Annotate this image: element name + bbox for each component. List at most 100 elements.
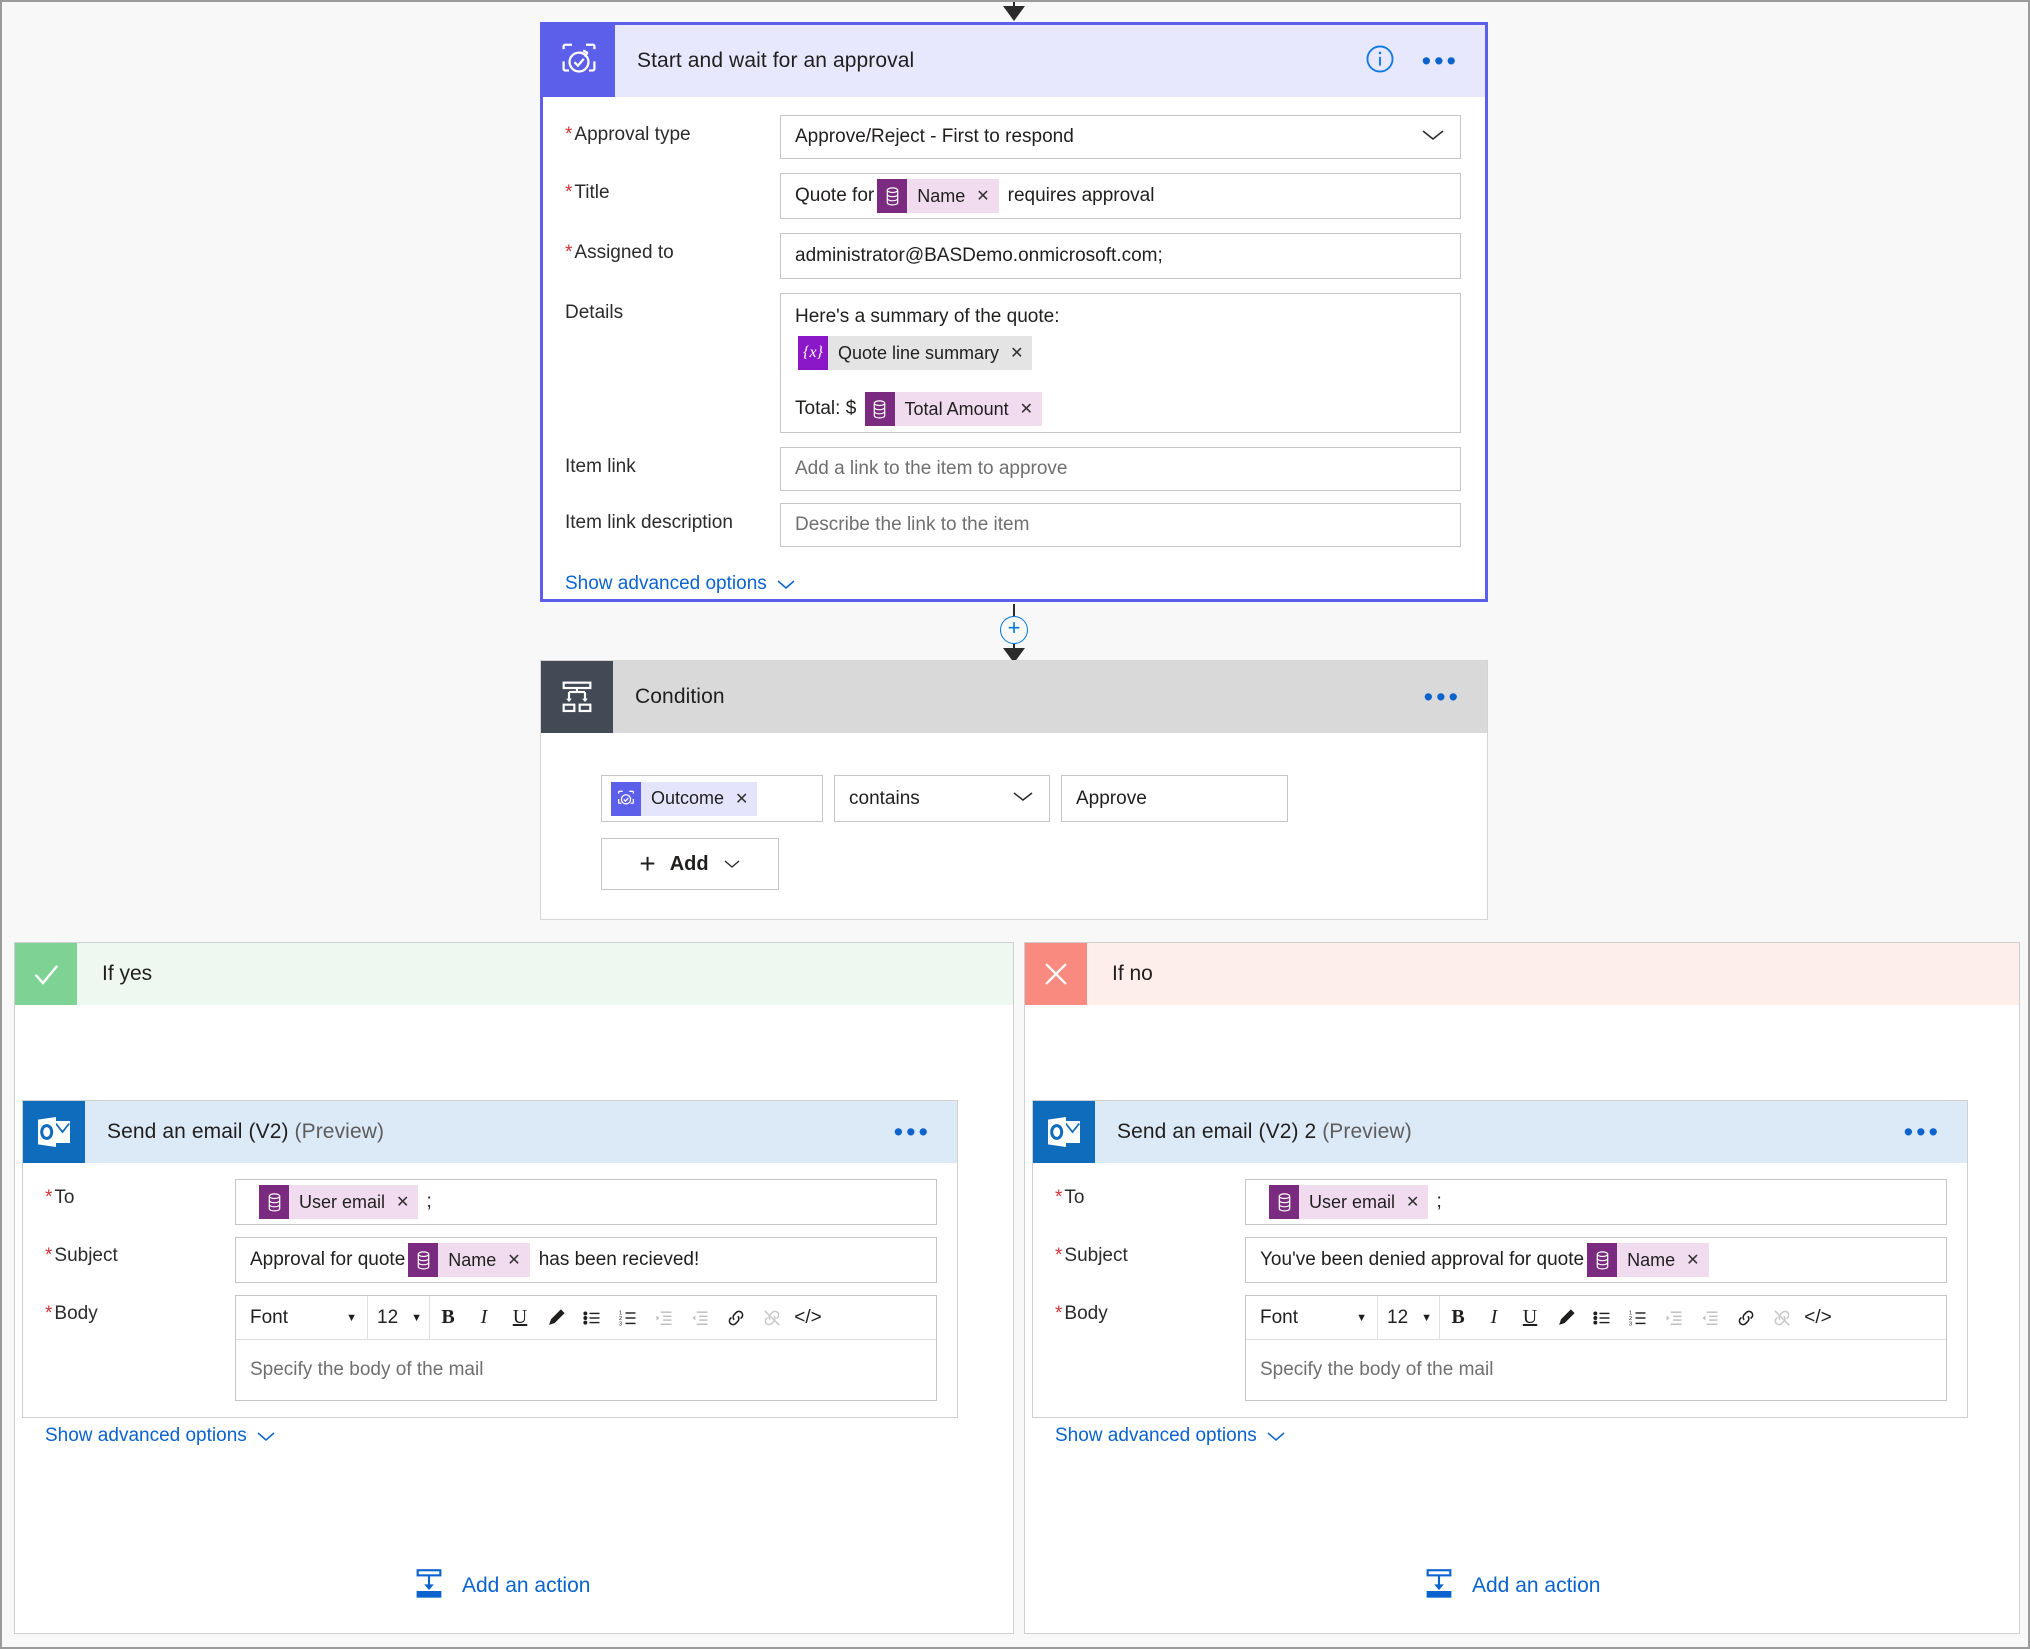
numbered-list-icon[interactable]: 1 2 3 [610,1296,646,1339]
email-no-subject-input[interactable]: You've been denied approval for quote Na… [1245,1237,1947,1283]
email-yes-header[interactable]: Send an email (V2) (Preview) ••• [23,1101,957,1163]
title-suffix: requires approval [1007,185,1155,206]
pen-icon[interactable] [538,1296,574,1339]
dynamic-token-outcome[interactable]: Outcome ✕ [611,781,758,816]
numbered-list-icon[interactable]: 1 2 3 [1620,1296,1656,1339]
token-label: Total Amount [904,398,1009,419]
font-family-select[interactable]: Font ▼ [238,1296,368,1339]
dynamic-token-total-amount[interactable]: Total Amount ✕ [864,392,1043,426]
bullet-list-icon[interactable] [574,1296,610,1339]
indent-icon[interactable] [1656,1296,1692,1339]
dynamic-token-user-email[interactable]: User email ✕ [1269,1185,1429,1219]
approval-more-icon[interactable]: ••• [1422,48,1459,75]
approval-action-card[interactable]: Start and wait for an approval ••• * Appr… [540,22,1488,602]
email-no-more-icon[interactable]: ••• [1904,1119,1941,1146]
email-yes-subject-input[interactable]: Approval for quote Name ✕ has been recie… [235,1237,937,1283]
underline-button[interactable]: U [502,1296,538,1339]
assigned-to-input[interactable]: administrator@BASDemo.onmicrosoft.com; [780,233,1461,279]
link-icon[interactable] [1728,1296,1764,1339]
condition-left-operand[interactable]: Outcome ✕ [601,775,823,822]
svg-text:3: 3 [619,1321,622,1327]
indent-icon[interactable] [646,1296,682,1339]
item-link-description-input[interactable]: Describe the link to the item [780,503,1461,547]
font-size-select[interactable]: 12 ▼ [368,1296,430,1339]
remove-token-icon[interactable]: ✕ [396,1192,409,1212]
required-asterisk: * [45,1303,53,1324]
dynamic-token-name[interactable]: Name ✕ [1587,1243,1709,1277]
remove-token-icon[interactable]: ✕ [1020,399,1033,419]
pen-icon[interactable] [1548,1296,1584,1339]
email-yes-show-advanced-label: Show advanced options [45,1425,247,1446]
font-size-value: 12 [1387,1306,1409,1328]
approval-card-header[interactable]: Start and wait for an approval ••• [543,25,1485,97]
email-no-to-input[interactable]: User email ✕ ; [1245,1179,1947,1225]
send-email-card-yes[interactable]: Send an email (V2) (Preview) ••• * To Us… [22,1100,958,1446]
remove-token-icon[interactable]: ✕ [1686,1250,1699,1270]
dynamic-token-name[interactable]: Name ✕ [877,179,999,213]
email-yes-subject-ctrl: Approval for quote Name ✕ has been recie… [235,1237,957,1283]
condition-header-actions: ••• [1424,661,1487,733]
unlink-icon[interactable] [1764,1296,1800,1339]
item-link-input[interactable]: Add a link to the item to approve [780,447,1461,491]
email-yes-more-icon[interactable]: ••• [894,1119,931,1146]
insert-step-button[interactable]: + [1000,616,1028,644]
email-yes-show-advanced-options[interactable]: Show advanced options [45,1425,276,1447]
variable-icon: {x} [798,336,828,370]
bold-button[interactable]: B [430,1296,466,1339]
condition-card[interactable]: Condition ••• Outcome ✕ contains Approve… [540,660,1488,920]
dynamic-token-quote-line-summary[interactable]: {x} Quote line summary ✕ [798,336,1033,370]
italic-button[interactable]: I [1476,1296,1512,1339]
outdent-icon[interactable] [1692,1296,1728,1339]
email-no-to-suffix: ; [1436,1191,1442,1212]
condition-add-button[interactable]: + Add [601,838,779,890]
required-asterisk: * [1055,1187,1063,1208]
outdent-icon[interactable] [682,1296,718,1339]
underline-label: U [512,1306,528,1328]
bold-button[interactable]: B [1440,1296,1476,1339]
condition-card-header[interactable]: Condition ••• [541,661,1487,733]
unlink-icon[interactable] [754,1296,790,1339]
token-label: Outcome [651,788,725,808]
email-no-subject-prefix: You've been denied approval for quote [1260,1249,1585,1270]
email-yes-subject-prefix: Approval for quote [250,1249,406,1270]
dynamic-token-user-email[interactable]: User email ✕ [259,1185,419,1219]
email-yes-to-input[interactable]: User email ✕ ; [235,1179,937,1225]
email-yes-field-to: * To User email ✕ ; [23,1179,957,1225]
remove-token-icon[interactable]: ✕ [507,1250,520,1270]
title-input[interactable]: Quote for Name ✕ requires approval [780,173,1461,219]
email-no-body-input[interactable]: Specify the body of the mail [1246,1340,1946,1400]
underline-button[interactable]: U [1512,1296,1548,1339]
approval-icon [543,25,615,97]
code-view-icon[interactable]: </> [790,1296,826,1339]
remove-token-icon[interactable]: ✕ [1010,343,1023,363]
bullet-list-icon[interactable] [1584,1296,1620,1339]
dynamic-token-name[interactable]: Name ✕ [408,1243,530,1277]
email-yes-toolbar: Font ▼ 12 ▼ B I U 1 2 3 </> [236,1296,936,1340]
email-no-header[interactable]: Send an email (V2) 2 (Preview) ••• [1033,1101,1967,1163]
email-yes-header-actions: ••• [894,1101,957,1163]
link-icon[interactable] [718,1296,754,1339]
remove-token-icon[interactable]: ✕ [735,789,748,809]
remove-token-icon[interactable]: ✕ [1406,1192,1419,1212]
field-assigned-to: * Assigned to administrator@BASDemo.onmic… [543,233,1485,279]
italic-button[interactable]: I [466,1296,502,1339]
font-family-select[interactable]: Font ▼ [1248,1296,1378,1339]
add-action-no[interactable]: Add an action [1422,1566,1600,1606]
approval-type-select[interactable]: Approve/Reject - First to respond [780,115,1461,159]
email-no-advanced-wrap: Show advanced options [1033,1401,1967,1447]
info-icon[interactable] [1364,43,1396,80]
email-yes-body-input[interactable]: Specify the body of the mail [236,1340,936,1400]
email-no-show-advanced-options[interactable]: Show advanced options [1055,1425,1286,1447]
remove-token-icon[interactable]: ✕ [976,186,989,206]
send-email-card-no[interactable]: Send an email (V2) 2 (Preview) ••• *To [1032,1100,1968,1446]
condition-value-input[interactable]: Approve [1061,775,1288,822]
condition-operator-select[interactable]: contains [834,775,1050,822]
approval-type-ctrl: Approve/Reject - First to respond [780,115,1485,159]
code-view-icon[interactable]: </> [1800,1296,1836,1339]
add-action-yes[interactable]: Add an action [412,1566,590,1606]
font-size-select[interactable]: 12 ▼ [1378,1296,1440,1339]
approval-show-advanced-options[interactable]: Show advanced options [565,573,796,595]
details-input[interactable]: Here's a summary of the quote: {x} Quote… [780,293,1461,433]
condition-more-icon[interactable]: ••• [1424,684,1461,711]
approval-type-value: Approve/Reject - First to respond [795,126,1074,147]
